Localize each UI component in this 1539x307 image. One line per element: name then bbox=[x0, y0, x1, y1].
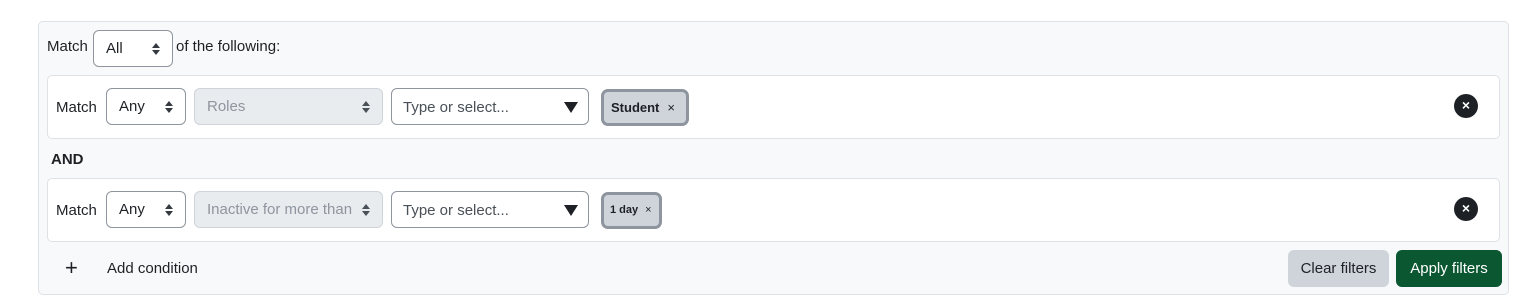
condition-value-input[interactable] bbox=[403, 96, 553, 118]
condition-value-autocomplete[interactable] bbox=[391, 191, 589, 228]
plus-icon[interactable]: + bbox=[65, 256, 78, 280]
condition-field-select: Roles bbox=[194, 88, 383, 125]
updown-icon bbox=[165, 101, 173, 113]
condition-row-2: Match Any Inactive for more than 1 day× … bbox=[47, 178, 1500, 242]
updown-icon bbox=[362, 204, 370, 216]
condition-field-select: Inactive for more than bbox=[194, 191, 383, 228]
add-condition-link[interactable]: Add condition bbox=[107, 259, 198, 279]
top-match-value: All bbox=[106, 40, 123, 57]
condition-match-select[interactable]: Any bbox=[106, 191, 186, 228]
filters-panel: Match All of the following: Match Any Ro… bbox=[38, 21, 1509, 295]
selected-chip-student[interactable]: Student × bbox=[601, 89, 689, 126]
caret-down-icon[interactable] bbox=[564, 205, 578, 216]
condition-match-value: Any bbox=[119, 98, 145, 115]
joiner-label: AND bbox=[51, 151, 84, 168]
top-match-suffix: of the following: bbox=[176, 38, 281, 55]
condition-field-value: Roles bbox=[207, 98, 246, 115]
updown-icon bbox=[165, 204, 173, 216]
chip-label: 1 day bbox=[610, 204, 639, 216]
updown-icon bbox=[362, 101, 370, 113]
condition-value-autocomplete[interactable] bbox=[391, 88, 589, 125]
condition-field-value: Inactive for more than bbox=[207, 201, 353, 218]
selected-chip-1-day[interactable]: 1 day × bbox=[601, 192, 662, 229]
condition-match-value: Any bbox=[119, 201, 145, 218]
condition-row-1: Match Any Roles Student × × bbox=[47, 75, 1500, 139]
chip-remove-icon[interactable]: × bbox=[667, 100, 675, 115]
close-circle-icon[interactable]: × bbox=[1454, 94, 1478, 118]
clear-filters-button[interactable]: Clear filters bbox=[1288, 250, 1389, 287]
chip-label: Student bbox=[611, 100, 660, 115]
condition-value-input[interactable] bbox=[403, 199, 553, 221]
updown-icon bbox=[152, 43, 160, 55]
condition-match-label: Match bbox=[56, 99, 97, 116]
caret-down-icon[interactable] bbox=[564, 102, 578, 113]
apply-filters-button[interactable]: Apply filters bbox=[1396, 250, 1502, 287]
top-match-select[interactable]: All bbox=[93, 30, 173, 67]
condition-match-label: Match bbox=[56, 202, 97, 219]
top-match-label: Match bbox=[47, 38, 88, 55]
close-circle-icon[interactable]: × bbox=[1454, 197, 1478, 221]
condition-match-select[interactable]: Any bbox=[106, 88, 186, 125]
chip-remove-icon[interactable]: × bbox=[645, 204, 651, 216]
